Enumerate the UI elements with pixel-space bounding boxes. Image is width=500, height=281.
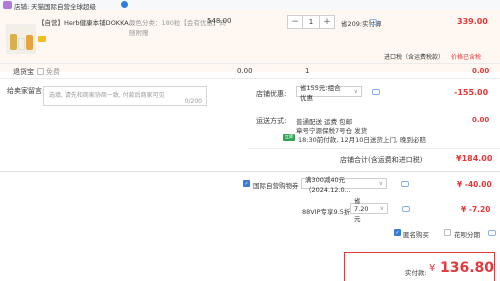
divider [0, 171, 500, 172]
info-icon[interactable] [488, 230, 496, 236]
insurance-price: 0.00 [237, 67, 253, 75]
store-icon [3, 1, 12, 9]
info-icon[interactable] [402, 206, 410, 212]
insurance-subtotal: 0.00 [472, 67, 490, 75]
delivery-label: 运送方式: [256, 117, 287, 125]
huabei-label: 花呗分期 [454, 231, 480, 239]
store-total-amount: ¥184.00 [456, 154, 493, 163]
checkout-summary: 实付款: ¥ 136.80 [344, 252, 495, 281]
chevron-down-icon: ∨ [378, 180, 383, 187]
chevron-down-icon: ∨ [379, 205, 384, 212]
decrease-button[interactable]: − [288, 16, 302, 28]
store-header: 店铺: 天猫国际自营全球超级 [0, 0, 500, 11]
insurance-option: 免费 [46, 68, 60, 76]
coupon-amount: ¥ -40.00 [457, 180, 492, 189]
tax-value: 价格已含税 [451, 54, 482, 61]
message-counter: 0/200 [184, 98, 202, 105]
pay-now-badge: 立即付 [283, 134, 295, 147]
message-input[interactable]: 选填, 请先和商家协商一致, 付款后商家可见 0/200 [43, 86, 207, 106]
chevron-down-icon: ∨ [353, 88, 358, 95]
store-total-label: 店铺合计(含运费和进口税) [340, 156, 423, 164]
huabei-checkbox[interactable] [444, 229, 451, 236]
info-icon[interactable] [372, 89, 380, 95]
quantity-stepper[interactable]: − 1 + [287, 15, 335, 29]
delivery-fee: 0.00 [472, 116, 490, 124]
info-icon[interactable] [401, 181, 409, 187]
coupon-select[interactable]: 满300减40元（2024.12.0... ∨ [301, 176, 387, 194]
vip-label: 88VIP专享9.5折 [302, 208, 351, 216]
product-image[interactable] [6, 24, 36, 54]
divider [0, 78, 500, 79]
delivery-promise: 18:30前付款, 12月10日送货上门, 晚到必赔 [298, 136, 427, 144]
divider [248, 148, 500, 149]
store-discount-amount: -155.00 [454, 88, 489, 97]
coupon-label: 国际自营购物券 [253, 182, 299, 190]
divider [0, 63, 500, 64]
insurance-qty: 1 [305, 67, 310, 75]
anonymous-label: 匿名购买 [403, 231, 429, 239]
product-spec-2: 随附赠 [129, 29, 149, 37]
checkout-currency: ¥ [429, 263, 436, 274]
info-icon[interactable] [369, 19, 377, 25]
store-discount-select[interactable]: 省155元:组合优惠 ∨ [296, 84, 362, 102]
vip-value: 省7.20元 [354, 196, 369, 223]
store-discount-label: 店铺优惠: [256, 90, 287, 98]
product-title[interactable]: 【自营】Herb健康本铺DOKKA... [38, 17, 135, 27]
increase-button[interactable]: + [320, 16, 334, 28]
vip-select[interactable]: 省7.20元 ∨ [350, 197, 388, 223]
coupon-tag-icon [38, 36, 46, 42]
insurance-label: 退货宝 [13, 68, 34, 76]
tax-label: 进口税（含运费税款） [384, 54, 445, 61]
checkout-label: 实付款: [405, 269, 427, 277]
store-discount-value: 省155元:组合优惠 [300, 83, 341, 102]
cross-border-icon [121, 1, 128, 8]
message-label: 给卖家留言: [7, 87, 45, 95]
anonymous-checkbox[interactable]: ✓ [394, 229, 401, 236]
checkout-amount: 136.80 [440, 260, 495, 276]
unit-price: 548.00 [207, 17, 232, 25]
coupon-checkbox[interactable]: ✓ [243, 180, 250, 187]
vip-amount: ¥ -7.20 [461, 205, 491, 214]
message-placeholder: 选填, 请先和商家协商一致, 付款后商家可见 [49, 92, 165, 99]
product-subtotal: 339.00 [457, 17, 488, 26]
quantity-value[interactable]: 1 [302, 16, 320, 28]
coupon-value: 满300减40元（2024.12.0... [305, 175, 351, 194]
insurance-checkbox[interactable] [37, 68, 44, 75]
